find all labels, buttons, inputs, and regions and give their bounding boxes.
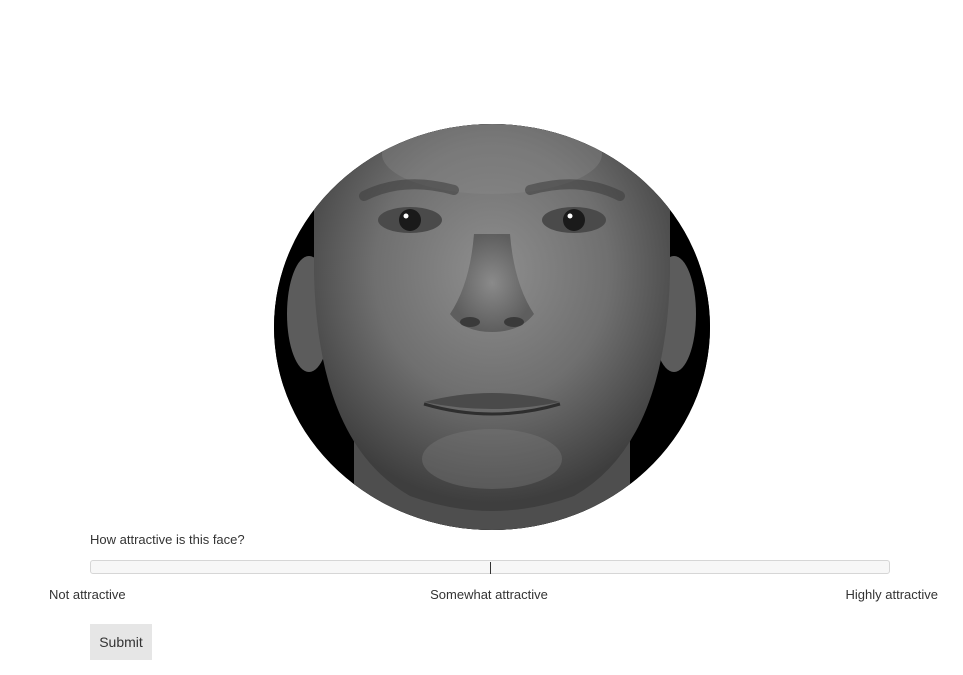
submit-button[interactable]: Submit (90, 624, 152, 660)
scale-label-high: Highly attractive (845, 587, 938, 602)
rating-question: How attractive is this face? (90, 532, 245, 547)
face-image (274, 124, 710, 530)
scale-label-mid: Somewhat attractive (430, 587, 548, 602)
slider-handle[interactable] (490, 562, 491, 574)
survey-page: How attractive is this face? Not attract… (0, 0, 963, 675)
face-illustration (274, 124, 710, 530)
attractiveness-slider[interactable] (90, 560, 890, 574)
scale-label-low: Not attractive (49, 587, 126, 602)
